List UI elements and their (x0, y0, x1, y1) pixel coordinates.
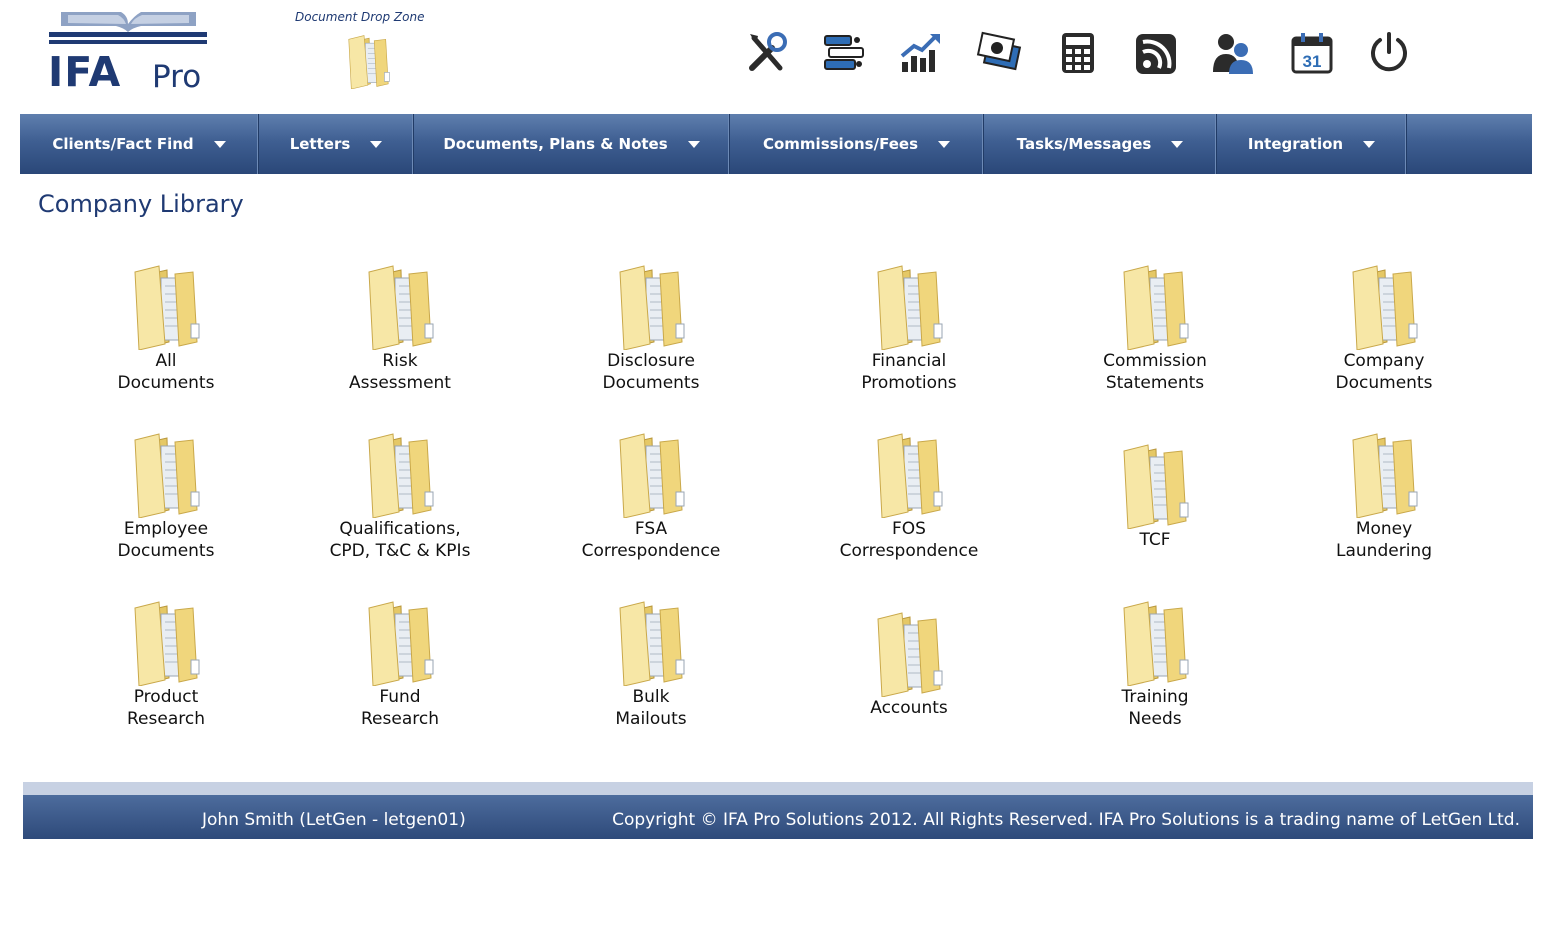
folder-tile[interactable]: Risk Assessment (310, 262, 490, 394)
nav-clients-fact-find[interactable]: Clients/Fact Find (20, 114, 259, 174)
folder-tile[interactable]: Product Research (76, 598, 256, 730)
folder-label: Employee Documents (117, 519, 215, 561)
folder-icon (877, 612, 943, 697)
folder-label: Fund Research (361, 687, 439, 729)
folder-label: Commission Statements (1103, 351, 1207, 393)
folder-icon (1123, 265, 1189, 350)
page-title: Company Library (38, 190, 244, 218)
money-icon[interactable] (976, 30, 1022, 76)
tools-icon[interactable] (744, 30, 790, 76)
main-nav: Clients/Fact Find Letters Documents, Pla… (20, 114, 1532, 174)
logo-pro-text: Pro (152, 59, 202, 95)
power-icon[interactable] (1366, 30, 1412, 76)
folder-icon (877, 265, 943, 350)
folder-tile[interactable]: Commission Statements (1065, 262, 1245, 394)
folder-tile[interactable]: Disclosure Documents (561, 262, 741, 394)
folder-icon (368, 433, 434, 518)
calculator-icon[interactable] (1055, 30, 1101, 76)
drop-zone-label: Document Drop Zone (295, 10, 425, 24)
book-logo-icon (61, 12, 196, 32)
folder-tile[interactable]: Company Documents (1294, 262, 1474, 394)
folder-tile[interactable]: Money Laundering (1294, 430, 1474, 562)
folder-label: Qualifications, CPD, T&C & KPIs (329, 519, 471, 561)
filing-icon[interactable] (821, 30, 867, 76)
folder-label: Disclosure Documents (602, 351, 700, 393)
folder-icon (619, 601, 685, 686)
footer-divider (23, 782, 1533, 795)
folder-label: Product Research (127, 687, 205, 729)
footer-user: John Smith (LetGen - letgen01) (202, 810, 466, 830)
rss-feed-icon[interactable] (1133, 30, 1179, 76)
folder-tile[interactable]: Employee Documents (76, 430, 256, 562)
ifa-pro-logo: IFA Pro (46, 8, 211, 98)
nav-commissions-fees[interactable]: Commissions/Fees (730, 114, 984, 174)
chevron-down-icon (370, 140, 383, 148)
nav-label: Integration (1247, 135, 1344, 153)
nav-label: Commissions/Fees (762, 135, 919, 153)
folder-label: All Documents (117, 351, 215, 393)
folder-label: TCF (1139, 530, 1171, 550)
chevron-down-icon (213, 140, 226, 148)
folder-icon (134, 601, 200, 686)
folder-label: Bulk Mailouts (615, 687, 687, 729)
folder-icon (368, 601, 434, 686)
folder-tile[interactable]: Training Needs (1065, 598, 1245, 730)
folder-tile[interactable]: Financial Promotions (819, 262, 999, 394)
folder-label: Risk Assessment (349, 351, 451, 393)
chevron-down-icon (1363, 140, 1376, 148)
folder-tile[interactable]: All Documents (76, 262, 256, 394)
folder-icon (1123, 444, 1189, 529)
folder-label: Company Documents (1335, 351, 1433, 393)
nav-letters[interactable]: Letters (259, 114, 414, 174)
nav-label: Letters (289, 135, 351, 153)
folder-label: Money Laundering (1336, 519, 1432, 561)
folder-icon (134, 265, 200, 350)
folder-label: FSA Correspondence (581, 519, 721, 561)
drop-zone-folder-icon[interactable] (341, 33, 396, 89)
chevron-down-icon (687, 140, 700, 148)
folder-icon (1123, 601, 1189, 686)
calendar-day: 31 (1303, 52, 1322, 71)
folder-label: Training Needs (1121, 687, 1189, 729)
folder-tile[interactable]: Fund Research (310, 598, 490, 730)
folder-icon (134, 433, 200, 518)
footer-copyright: Copyright © IFA Pro Solutions 2012. All … (612, 810, 1520, 830)
chevron-down-icon (1171, 140, 1184, 148)
folder-label: FOS Correspondence (839, 519, 979, 561)
nav-label: Documents, Plans & Notes (443, 135, 668, 153)
nav-integration[interactable]: Integration (1217, 114, 1407, 174)
chevron-down-icon (938, 140, 951, 148)
nav-tasks-messages[interactable]: Tasks/Messages (984, 114, 1217, 174)
folder-tile[interactable]: FSA Correspondence (561, 430, 741, 562)
folder-label: Accounts (870, 698, 948, 718)
folder-icon (1352, 433, 1418, 518)
folder-icon (619, 265, 685, 350)
folder-icon (619, 433, 685, 518)
folder-icon (368, 265, 434, 350)
footer: John Smith (LetGen - letgen01) Copyright… (23, 795, 1533, 839)
folder-tile[interactable]: Qualifications, CPD, T&C & KPIs (310, 430, 490, 562)
nav-label: Clients/Fact Find (52, 135, 194, 153)
nav-label: Tasks/Messages (1016, 135, 1152, 153)
folder-tile[interactable]: TCF (1065, 441, 1245, 551)
logo-ifa-text: IFA (48, 48, 122, 96)
nav-documents-plans-notes[interactable]: Documents, Plans & Notes (414, 114, 730, 174)
users-icon[interactable] (1211, 30, 1257, 76)
chart-growth-icon[interactable] (898, 30, 944, 76)
folder-label: Financial Promotions (861, 351, 957, 393)
folder-tile[interactable]: Accounts (819, 609, 999, 719)
folder-tile[interactable]: FOS Correspondence (819, 430, 999, 562)
folder-icon (877, 433, 943, 518)
folder-tile[interactable]: Bulk Mailouts (561, 598, 741, 730)
calendar-icon[interactable]: 31 (1289, 30, 1335, 76)
folder-icon (1352, 265, 1418, 350)
